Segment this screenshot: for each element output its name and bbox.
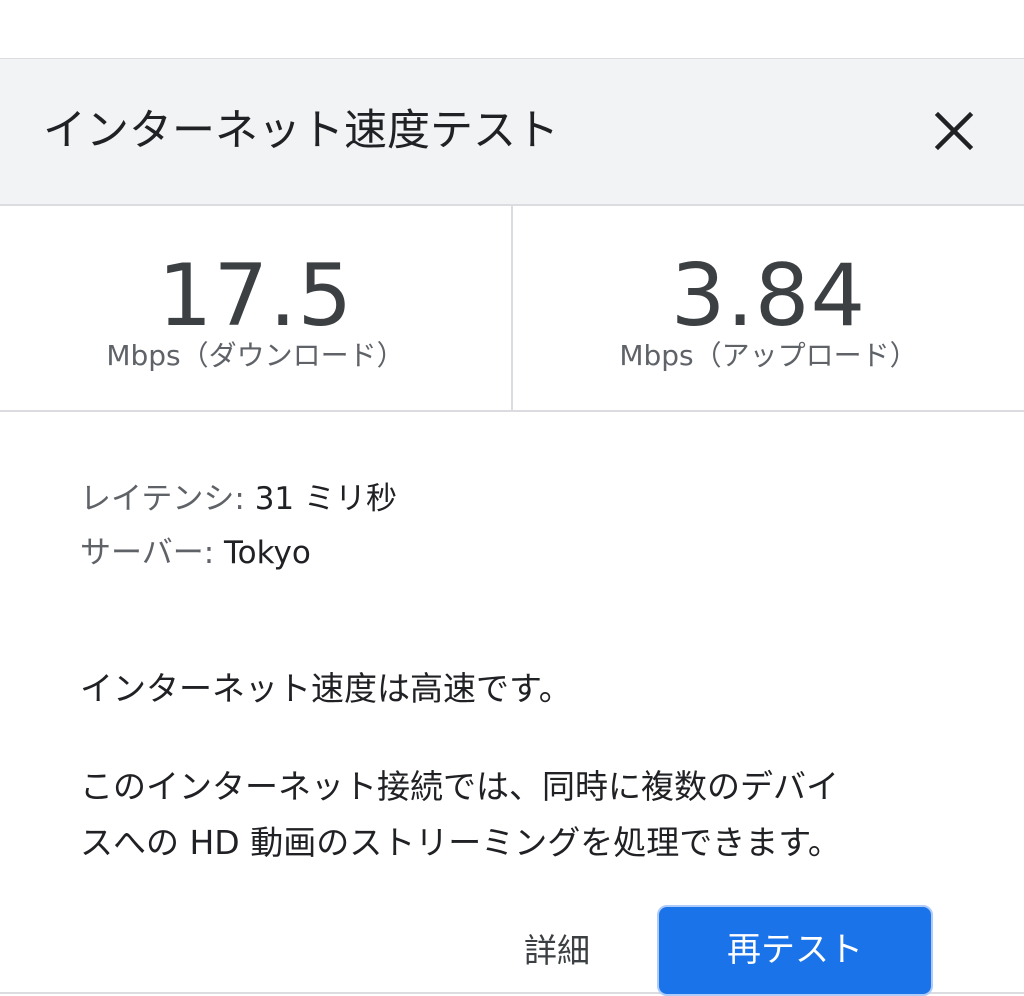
download-speed-unit: Mbps（ダウンロード） (106, 339, 405, 372)
download-speed-value: 17.5 (157, 246, 354, 346)
latency-value: 31 ミリ秒 (254, 481, 397, 517)
latency-label: レイテンシ: (80, 481, 245, 517)
download-result: 17.5 Mbps（ダウンロード） (0, 206, 511, 410)
close-button[interactable] (922, 99, 986, 163)
speed-test-card: インターネット速度テスト 17.5 Mbps（ダウンロード） 3.84 Mbps… (0, 58, 1024, 996)
page-background (0, 0, 1024, 58)
upload-speed-value: 3.84 (670, 246, 867, 346)
speed-description: このインターネット接続では、同時に複数のデバイ スへの HD 動画のストリーミン… (80, 759, 950, 871)
server-line: サーバー: Tokyo (80, 533, 311, 573)
dialog-title: インターネット速度テスト (43, 106, 559, 156)
description-line: このインターネット接続では、同時に複数のデバイ (80, 767, 839, 806)
dialog-header: インターネット速度テスト (0, 59, 1024, 206)
latency-line: レイテンシ: 31 ミリ秒 (80, 479, 397, 519)
server-value: Tokyo (224, 535, 311, 571)
server-label: サーバー: (80, 535, 215, 571)
retest-button[interactable]: 再テスト (657, 905, 933, 996)
upload-speed-unit: Mbps（アップロード） (619, 339, 918, 372)
speed-summary: インターネット速度は高速です。 (80, 669, 572, 708)
close-icon (934, 111, 974, 151)
description-line: スへの HD 動画のストリーミングを処理できます。 (80, 823, 841, 862)
details-button[interactable]: 詳細 (505, 907, 609, 995)
upload-result: 3.84 Mbps（アップロード） (513, 206, 1024, 410)
speed-results: 17.5 Mbps（ダウンロード） 3.84 Mbps（アップロード） (0, 206, 1024, 412)
